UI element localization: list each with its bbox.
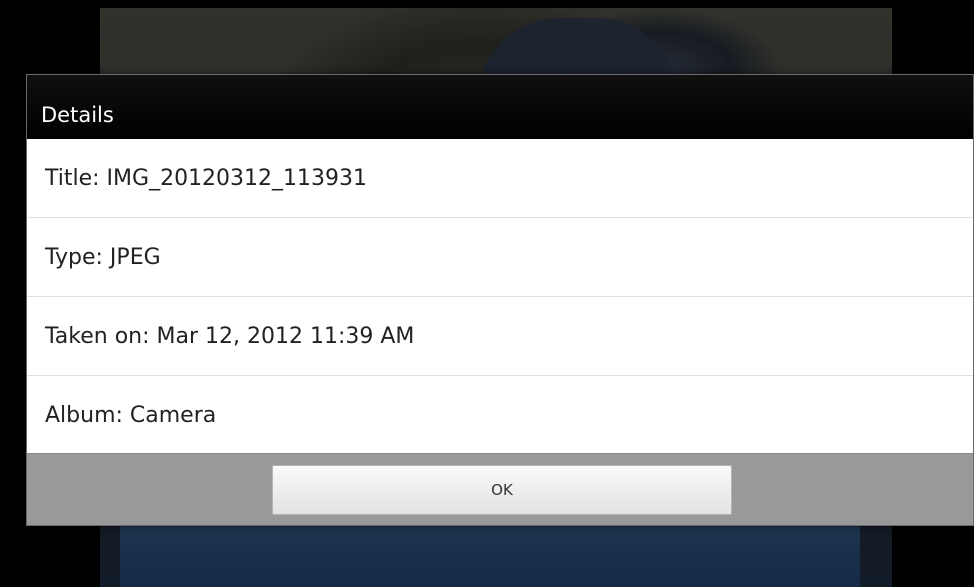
details-dialog: Details Title: IMG_20120312_113931 Type:…	[26, 74, 974, 526]
detail-row-album: Album: Camera	[45, 403, 217, 428]
background-letterbox-top	[0, 0, 974, 8]
detail-row-type: Type: JPEG	[27, 218, 973, 297]
dialog-title: Details	[41, 103, 114, 127]
ok-button[interactable]: OK	[272, 464, 732, 515]
background-photo-shirt	[120, 520, 860, 587]
detail-row-title: Title: IMG_20120312_113931	[27, 139, 973, 218]
dialog-header: Details	[27, 75, 973, 139]
screen: Details Title: IMG_20120312_113931 Type:…	[0, 0, 974, 587]
detail-row-taken-on: Taken on: Mar 12, 2012 11:39 AM	[27, 297, 973, 376]
details-list: Title: IMG_20120312_113931 Type: JPEG Ta…	[27, 139, 973, 455]
dialog-button-bar: OK	[27, 453, 973, 525]
